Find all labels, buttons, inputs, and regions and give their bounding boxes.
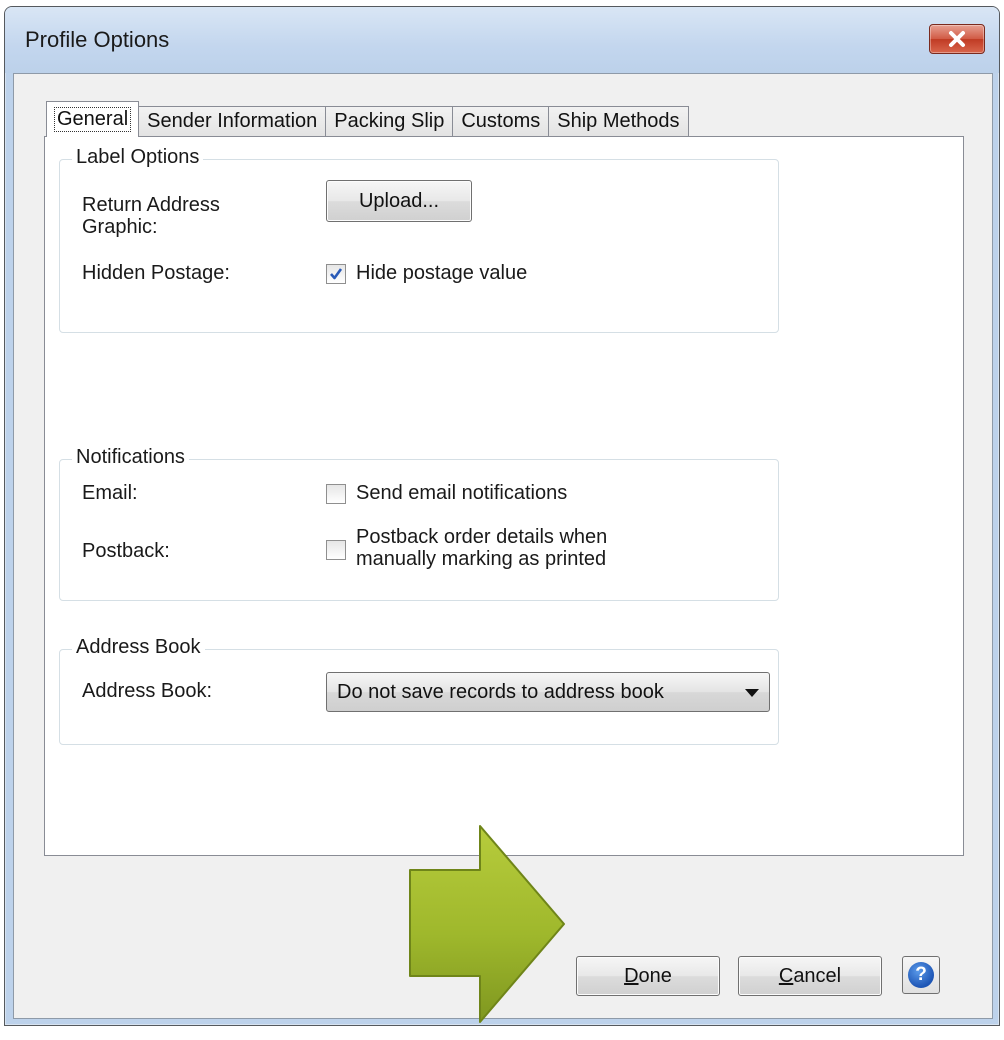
cancel-button[interactable]: Cancel bbox=[738, 956, 882, 996]
address-book-title: Address Book bbox=[72, 636, 205, 659]
postback-checkbox-label[interactable]: Postback order details when manually mar… bbox=[356, 526, 607, 570]
green-arrow-pointer-icon bbox=[409, 825, 565, 1023]
tab-customs[interactable]: Customs bbox=[452, 106, 550, 136]
notifications-group: Notifications Email: Send email notifica… bbox=[59, 446, 779, 601]
address-book-label: Address Book: bbox=[82, 680, 213, 702]
help-button[interactable]: ? bbox=[902, 956, 940, 994]
address-book-select[interactable]: Do not save records to address book bbox=[326, 672, 770, 712]
hide-postage-checkbox[interactable] bbox=[326, 264, 346, 284]
upload-button[interactable]: Upload... bbox=[326, 180, 472, 222]
hidden-postage-label: Hidden Postage: bbox=[82, 262, 230, 284]
close-icon bbox=[949, 31, 965, 47]
postback-checkbox[interactable] bbox=[326, 540, 346, 560]
checkmark-icon bbox=[330, 268, 343, 280]
address-book-group: Address Book Address Book: Do not save r… bbox=[59, 636, 779, 745]
email-notifications-label[interactable]: Send email notifications bbox=[356, 482, 567, 504]
address-book-selected-value: Do not save records to address book bbox=[337, 680, 664, 703]
email-label: Email: bbox=[82, 482, 138, 504]
close-button[interactable] bbox=[929, 24, 985, 54]
return-address-label: Return Address Graphic: bbox=[82, 194, 220, 238]
label-options-title: Label Options bbox=[72, 146, 204, 169]
notifications-title: Notifications bbox=[72, 446, 189, 469]
title-bar[interactable]: Profile Options bbox=[5, 7, 999, 73]
postback-label: Postback: bbox=[82, 540, 170, 562]
help-icon: ? bbox=[908, 962, 934, 988]
tab-strip: General Sender Information Packing Slip … bbox=[46, 101, 689, 137]
window-title: Profile Options bbox=[25, 27, 170, 52]
dropdown-arrow-icon bbox=[745, 689, 759, 697]
tab-sender-information[interactable]: Sender Information bbox=[138, 106, 327, 136]
tab-ship-methods[interactable]: Ship Methods bbox=[548, 106, 689, 136]
label-options-group: Label Options Return Address Graphic: Up… bbox=[59, 146, 779, 333]
done-button[interactable]: Done bbox=[576, 956, 720, 996]
hide-postage-label[interactable]: Hide postage value bbox=[356, 262, 527, 284]
general-tab-panel: Label Options Return Address Graphic: Up… bbox=[44, 136, 964, 856]
email-notifications-checkbox[interactable] bbox=[326, 484, 346, 504]
tab-packing-slip[interactable]: Packing Slip bbox=[325, 106, 454, 136]
tab-general[interactable]: General bbox=[46, 101, 140, 137]
